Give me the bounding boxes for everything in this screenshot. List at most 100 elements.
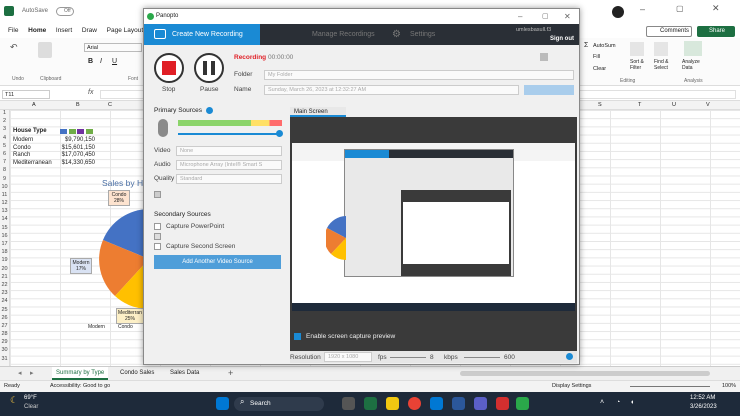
- row-header[interactable]: 18: [0, 249, 9, 257]
- menu-insert[interactable]: Insert: [56, 24, 72, 38]
- capture-second-screen-checkbox[interactable]: [154, 243, 161, 250]
- next-sheet-icon[interactable]: ▸: [30, 369, 34, 377]
- recording-name-input[interactable]: Sunday, March 26, 2023 at 12:32:27 AM: [264, 85, 519, 95]
- row-header[interactable]: 8: [0, 167, 9, 175]
- panopto-maximize-icon[interactable]: ▢: [542, 9, 549, 24]
- video-source-select[interactable]: None: [176, 146, 282, 156]
- tray-chevron-icon[interactable]: ˄: [600, 399, 604, 406]
- row-header[interactable]: 25: [0, 307, 9, 315]
- row-header[interactable]: 4: [0, 135, 9, 143]
- audio-source-select[interactable]: Microphone Array (Intel® Smart S: [176, 160, 282, 170]
- capture-extra-checkbox[interactable]: [154, 233, 161, 240]
- word-icon[interactable]: [452, 397, 465, 410]
- quality-select[interactable]: Standard: [176, 174, 282, 184]
- row-header[interactable]: 15: [0, 225, 9, 233]
- start-icon[interactable]: [216, 397, 229, 410]
- bold-icon[interactable]: B: [88, 58, 93, 65]
- row-header[interactable]: 5: [0, 143, 9, 151]
- col-header-b[interactable]: B: [76, 102, 80, 108]
- col-header-t[interactable]: T: [638, 102, 641, 108]
- sheet-tab-summary[interactable]: Summary by Type: [52, 367, 109, 380]
- stop-button[interactable]: [154, 53, 184, 83]
- add-video-source-button[interactable]: Add Another Video Source: [154, 255, 281, 269]
- underline-icon[interactable]: U: [112, 58, 117, 65]
- row-header[interactable]: 20: [0, 266, 9, 274]
- minimize-icon[interactable]: –: [640, 4, 645, 14]
- display-settings-button[interactable]: Display Settings: [552, 383, 591, 389]
- comments-button[interactable]: Comments: [646, 26, 692, 37]
- prev-sheet-icon[interactable]: ◂: [18, 369, 22, 377]
- name-options-button[interactable]: [524, 85, 574, 95]
- row-header[interactable]: 27: [0, 323, 9, 331]
- find-select-button[interactable]: Find & Select: [654, 59, 674, 71]
- tab-manage-recordings[interactable]: Manage Recordings: [284, 24, 375, 45]
- row-header[interactable]: 29: [0, 339, 9, 347]
- row-header[interactable]: 16: [0, 233, 9, 241]
- webcast-toggle[interactable]: [540, 53, 548, 61]
- row-header[interactable]: 24: [0, 298, 9, 306]
- analyze-data-button[interactable]: Analyze Data: [682, 59, 706, 71]
- col-header-c[interactable]: C: [108, 102, 112, 108]
- row-header[interactable]: 19: [0, 257, 9, 265]
- col-header-u[interactable]: U: [672, 102, 676, 108]
- add-sheet-icon[interactable]: +: [228, 367, 233, 380]
- resolution-select[interactable]: 1920 x 1080: [324, 352, 372, 362]
- close-icon[interactable]: ✕: [712, 3, 720, 14]
- analyze-data-icon[interactable]: [684, 41, 702, 56]
- taskbar-date[interactable]: 3/26/2023: [690, 404, 717, 410]
- acrobat-icon[interactable]: [496, 397, 509, 410]
- accessibility-status[interactable]: Accessibility: Good to go: [50, 383, 110, 389]
- sort-filter-icon[interactable]: [630, 42, 644, 56]
- col-header-s[interactable]: S: [598, 102, 602, 108]
- row-header[interactable]: 30: [0, 347, 9, 355]
- row-header[interactable]: 2: [0, 118, 9, 126]
- main-screen-tab[interactable]: Main Screen: [290, 107, 346, 117]
- chrome-icon[interactable]: [408, 397, 421, 410]
- row-header[interactable]: 26: [0, 315, 9, 323]
- tab-settings[interactable]: ⚙ Settings: [382, 24, 435, 45]
- capture-audio-checkbox[interactable]: [154, 191, 161, 198]
- autosave-toggle[interactable]: Off: [56, 7, 74, 16]
- row-header[interactable]: 9: [0, 176, 9, 184]
- row-header[interactable]: 3: [0, 126, 9, 134]
- excel-taskbar-icon[interactable]: [364, 397, 377, 410]
- sheet-tab-sales[interactable]: Sales Data: [170, 367, 199, 380]
- table-row[interactable]: Modern $9,790,150: [13, 137, 95, 145]
- row-header[interactable]: 10: [0, 184, 9, 192]
- row-header[interactable]: 31: [0, 356, 9, 364]
- volume-icon[interactable]: ◖: [630, 399, 634, 406]
- menu-draw[interactable]: Draw: [82, 24, 97, 38]
- sort-filter-button[interactable]: Sort & Filter: [630, 59, 650, 71]
- volume-slider-thumb[interactable]: [276, 130, 283, 137]
- capture-powerpoint-checkbox[interactable]: [154, 223, 161, 230]
- autosum-button[interactable]: AutoSum: [593, 43, 616, 49]
- taskbar-search[interactable]: Search: [234, 397, 324, 411]
- row-header[interactable]: 14: [0, 216, 9, 224]
- row-header[interactable]: 21: [0, 274, 9, 282]
- horizontal-scrollbar[interactable]: [460, 371, 710, 376]
- taskbar-time[interactable]: 12:52 AM: [690, 395, 715, 401]
- clear-button[interactable]: Clear: [593, 66, 606, 72]
- user-avatar[interactable]: [612, 6, 624, 18]
- signout-link[interactable]: Sign out: [550, 36, 574, 42]
- enable-preview-checkbox[interactable]: [294, 333, 301, 340]
- excel-pie-chart[interactable]: Sales by H Condo 28% Modern 17% Mediterr…: [60, 172, 174, 334]
- col-header-v[interactable]: V: [706, 102, 710, 108]
- col-header-a[interactable]: A: [32, 102, 36, 108]
- audio-volume-slider[interactable]: [178, 133, 280, 135]
- help-icon[interactable]: [566, 353, 573, 360]
- task-view-icon[interactable]: [342, 397, 355, 410]
- autosum-icon[interactable]: Σ: [584, 42, 588, 49]
- wifi-icon[interactable]: ◔: [616, 399, 620, 406]
- panopto-close-icon[interactable]: ✕: [564, 9, 571, 24]
- row-header[interactable]: 7: [0, 159, 9, 167]
- panopto-minimize-icon[interactable]: –: [518, 9, 522, 24]
- italic-icon[interactable]: I: [100, 58, 102, 65]
- table-header-house-type[interactable]: House Type: [13, 127, 47, 135]
- weather-icon[interactable]: ☾: [10, 395, 18, 406]
- row-header[interactable]: 1: [0, 110, 9, 118]
- teams-icon[interactable]: [474, 397, 487, 410]
- paste-icon[interactable]: [38, 42, 52, 58]
- font-name-select[interactable]: Arial: [84, 43, 142, 52]
- folder-select[interactable]: My Folder: [264, 70, 574, 80]
